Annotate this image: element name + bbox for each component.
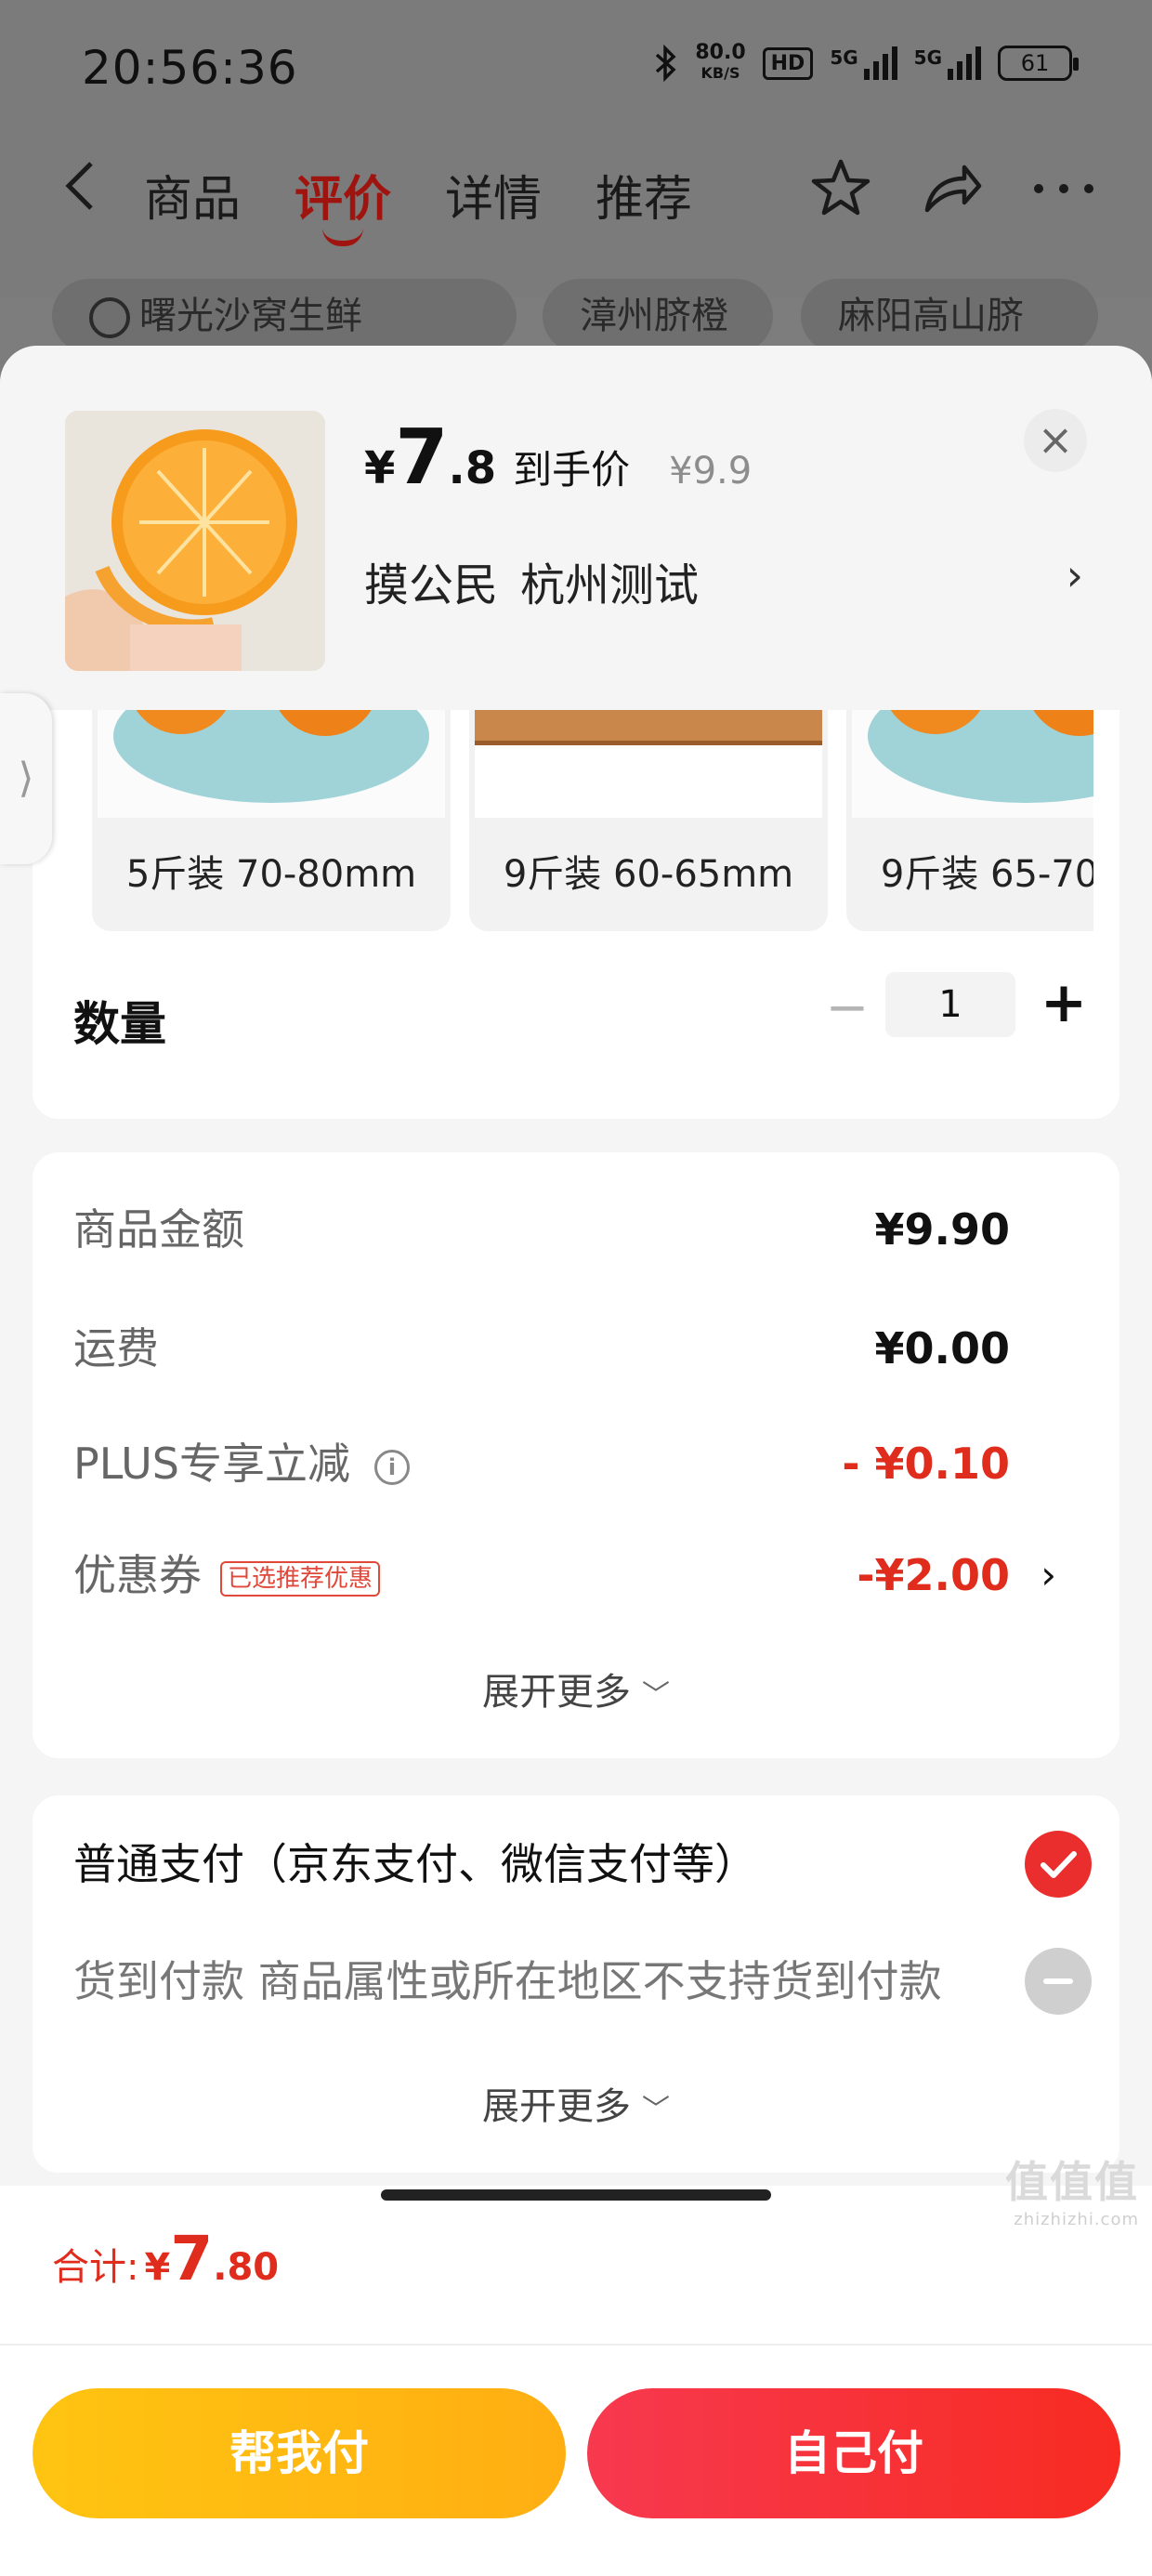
product-header: ¥ 7 .8 到手价 ¥9.9 摸公民 杭州测试 › ×	[0, 346, 1152, 710]
chevron-right-icon: ›	[1041, 1552, 1056, 1597]
fee-row-goods: 商品金额 ¥9.90	[73, 1204, 1010, 1255]
tab-details[interactable]: 详情	[445, 160, 542, 230]
payment-option-normal[interactable]: 普通支付（京东支付、微信支付等）	[73, 1827, 1092, 1901]
product-navbar: 商品 评价 详情 推荐	[0, 139, 1152, 297]
tab-product[interactable]: 商品	[144, 160, 241, 230]
check-selected-icon[interactable]	[1025, 1831, 1092, 1898]
original-price: ¥9.9	[669, 450, 753, 493]
more-icon[interactable]	[1031, 179, 1096, 198]
star-icon[interactable]	[808, 156, 873, 221]
coupon-tag: 已选推荐优惠	[220, 1560, 381, 1597]
payment-option-cod: 货到付款 商品属性或所在地区不支持货到付款	[73, 1944, 1092, 2018]
back-arrow-icon[interactable]	[56, 158, 111, 214]
watermark: 值值值 zhizhizhi.com	[1005, 2157, 1139, 2229]
chevron-right-icon[interactable]: ›	[1067, 550, 1083, 600]
price-row: ¥ 7 .8 到手价 ¥9.9	[364, 414, 753, 502]
payment-expand-more[interactable]: 展开更多 ﹀	[33, 2076, 1119, 2130]
fee-row-shipping: 运费 ¥0.00	[73, 1323, 1010, 1373]
pay-myself-button[interactable]: 自己付	[587, 2388, 1120, 2518]
fee-row-plus-discount: PLUS专享立减 i - ¥0.10	[73, 1439, 1010, 1489]
close-button[interactable]: ×	[1024, 409, 1087, 472]
fees-expand-more[interactable]: 展开更多 ﹀	[33, 1662, 1119, 1715]
chip-2[interactable]: 麻阳高山脐	[801, 279, 1098, 353]
nav-actions	[808, 156, 1096, 221]
home-indicator[interactable]	[381, 2189, 771, 2201]
price-integer: 7	[395, 414, 449, 502]
disabled-minus-icon	[1025, 1948, 1092, 2015]
chevron-down-icon: ﹀	[642, 2094, 670, 2126]
search-icon	[89, 297, 130, 338]
net-speed: 80.0 KB/S	[695, 41, 746, 83]
spec-label-1: 5斤装 70-80mm	[125, 853, 417, 896]
signal-icon-1: 5G	[830, 46, 897, 80]
quantity-increase-button[interactable]: +	[1036, 970, 1092, 1035]
status-bar: 20:56:36 80.0 KB/S HD 5G 5G 61	[0, 0, 1152, 139]
quantity-input[interactable]: 1	[885, 972, 1015, 1037]
checkout-footer: 合计: ¥ 7 .80 帮我付 自己付	[0, 2186, 1152, 2576]
status-icons: 80.0 KB/S HD 5G 5G 61	[654, 41, 1079, 84]
search-row: 曙光沙窝生鲜 漳州脐橙 麻阳高山脐	[0, 279, 1152, 353]
signal-icon-2: 5G	[914, 46, 981, 80]
bluetooth-icon	[656, 45, 676, 82]
tab-reviews[interactable]: 评价	[295, 160, 391, 246]
price-label: 到手价	[513, 447, 631, 493]
price-decimal: .8	[448, 442, 497, 494]
footer-divider	[0, 2344, 1152, 2346]
chevron-down-icon: ﹀	[642, 1679, 670, 1712]
total-price: 合计: ¥ 7 .80	[52, 2223, 280, 2294]
hd-badge: HD	[762, 46, 814, 80]
product-thumbnail	[65, 411, 325, 671]
spec-label-2: 9斤装 60-65mm	[503, 853, 794, 896]
search-input[interactable]: 曙光沙窝生鲜	[52, 279, 517, 353]
quantity-decrease-button[interactable]: −	[824, 978, 871, 1038]
info-icon[interactable]: i	[373, 1449, 410, 1485]
quantity-label: 数量	[73, 997, 166, 1051]
share-icon[interactable]	[920, 156, 985, 221]
help-me-pay-button[interactable]: 帮我付	[33, 2388, 566, 2518]
fee-card: 商品金额 ¥9.90 运费 ¥0.00 PLUS专享立减 i - ¥0.10 优惠…	[33, 1152, 1119, 1758]
tab-recommend[interactable]: 推荐	[596, 160, 692, 230]
delivery-address[interactable]: 摸公民 杭州测试	[364, 548, 721, 613]
side-expand-tab[interactable]: ⟩	[0, 693, 52, 864]
spec-label-3: 9斤装 65-70mm	[880, 853, 1093, 896]
payment-card: 普通支付（京东支付、微信支付等） 货到付款 商品属性或所在地区不支持货到付款 展…	[33, 1795, 1119, 2173]
purchase-sheet: 5斤装 70-80mm 9斤装 60-65mm 9斤装 65-70 数量 − 1…	[0, 346, 1152, 2576]
nav-tabs: 商品 评价 详情 推荐	[144, 160, 692, 246]
status-time: 20:56:36	[82, 41, 298, 95]
battery-icon: 61	[998, 46, 1079, 81]
fee-row-coupon[interactable]: 优惠券 已选推荐优惠 -¥2.00 ›	[73, 1543, 1079, 1608]
chip-1[interactable]: 漳州脐橙	[543, 279, 773, 353]
